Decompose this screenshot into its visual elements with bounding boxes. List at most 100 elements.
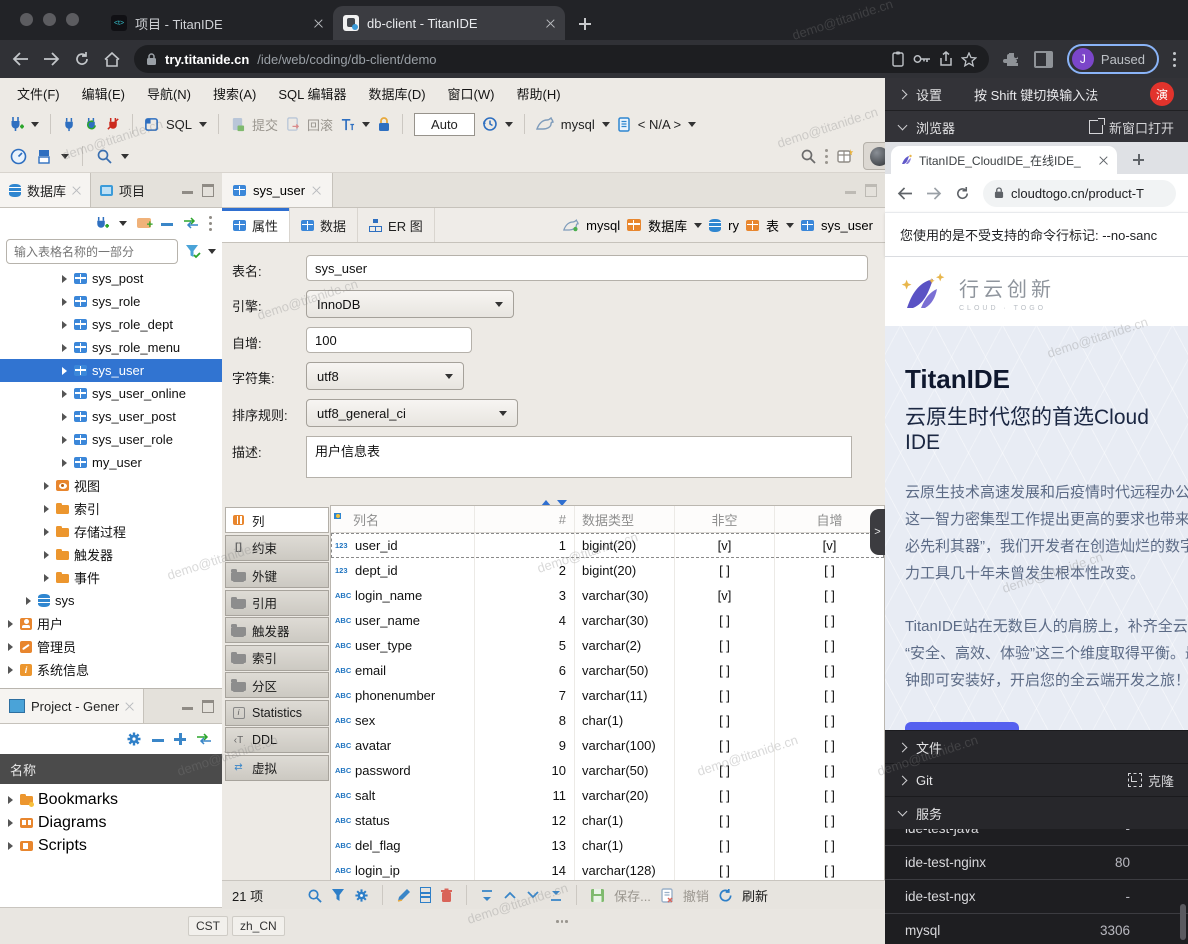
schema-select[interactable]: < N/A >	[638, 117, 681, 132]
new-folder-icon[interactable]: +	[137, 218, 151, 228]
table-filter-input[interactable]	[6, 239, 178, 264]
expand-arrow-icon[interactable]	[8, 666, 13, 674]
tab-project[interactable]: 项目	[91, 173, 154, 207]
column-notnull-checkbox[interactable]: [ ]	[675, 633, 775, 658]
expand-all-icon[interactable]	[174, 733, 186, 745]
search-icon[interactable]	[307, 888, 322, 903]
column-notnull-checkbox[interactable]: [ ]	[675, 783, 775, 808]
search-icon[interactable]	[96, 148, 112, 164]
tree-item[interactable]: sys_user_online	[0, 382, 222, 405]
section-button[interactable]: 触发器	[225, 617, 329, 643]
tree-item[interactable]: sys_user_post	[0, 405, 222, 428]
expand-arrow-icon[interactable]	[62, 298, 67, 306]
git-clone-button[interactable]: 克隆	[1128, 771, 1174, 790]
reconnect-icon[interactable]	[84, 117, 99, 132]
tree-item[interactable]: 触发器	[0, 543, 222, 566]
search-dropdown[interactable]	[121, 154, 129, 159]
expand-arrow-icon[interactable]	[62, 275, 67, 283]
service-row[interactable]: ide-test-ngx -	[885, 880, 1188, 914]
forward-icon[interactable]	[43, 52, 60, 66]
tree-item[interactable]: sys_role_menu	[0, 336, 222, 359]
column-notnull-checkbox[interactable]: [v]	[675, 533, 775, 558]
browser-tab-dbclient[interactable]: db-client - TitanIDE	[333, 6, 565, 40]
column-autoincrement-checkbox[interactable]: [ ]	[775, 583, 884, 608]
header-autoincrement[interactable]: 自增	[775, 506, 884, 532]
column-row[interactable]: ABC password 10 varchar(50) [ ] [ ]	[331, 758, 884, 783]
column-notnull-checkbox[interactable]: [ ]	[675, 683, 775, 708]
charset-select[interactable]: utf8	[306, 362, 464, 390]
subtab-properties[interactable]: 属性	[222, 208, 290, 242]
panel-menu-icon[interactable]	[209, 216, 212, 231]
tree-item[interactable]: sys_role_dept	[0, 313, 222, 336]
expand-arrow-icon[interactable]	[8, 643, 13, 651]
expand-arrow-icon[interactable]	[44, 505, 49, 513]
close-tab-icon[interactable]	[546, 19, 555, 28]
section-button[interactable]: 索引	[225, 645, 329, 671]
filter-dropdown[interactable]	[208, 249, 216, 254]
section-button[interactable]: i Statistics	[225, 700, 329, 726]
tree-item[interactable]: 存储过程	[0, 520, 222, 543]
tab-project-general[interactable]: Project - Gener	[0, 689, 144, 723]
tree-item[interactable]: 用户	[0, 612, 222, 635]
close-tab-icon[interactable]	[314, 19, 323, 28]
save-button[interactable]: 保存...	[614, 886, 651, 905]
expand-arrow-icon[interactable]	[62, 436, 67, 444]
home-icon[interactable]	[104, 52, 120, 67]
column-notnull-checkbox[interactable]: [ ]	[675, 558, 775, 583]
column-autoincrement-checkbox[interactable]: [ ]	[775, 558, 884, 583]
column-row[interactable]: ABC user_type 5 varchar(2) [ ] [ ]	[331, 633, 884, 658]
profile-pill[interactable]: J Paused	[1067, 44, 1159, 74]
move-top-icon[interactable]	[480, 889, 494, 902]
column-row[interactable]: ABC phonenumber 7 varchar(11) [ ] [ ]	[331, 683, 884, 708]
expand-arrow-icon[interactable]	[44, 574, 49, 582]
column-autoincrement-checkbox[interactable]: [ ]	[775, 808, 884, 833]
reload-icon[interactable]	[74, 51, 90, 67]
tree-item[interactable]: sys_role	[0, 290, 222, 313]
link-with-editor-icon[interactable]	[196, 733, 212, 745]
column-notnull-checkbox[interactable]: [ ]	[675, 858, 775, 881]
expand-arrow-icon[interactable]	[8, 620, 13, 628]
disconnect-icon[interactable]	[106, 117, 121, 132]
column-row[interactable]: 123 dept_id 2 bigint(20) [ ] [ ]	[331, 558, 884, 583]
project-item[interactable]: Diagrams	[0, 811, 222, 834]
menu-item[interactable]: 编辑(E)	[71, 84, 136, 103]
column-row[interactable]: 123 user_id 1 bigint(20) [v] [v]	[331, 533, 884, 558]
table-name-input[interactable]	[306, 255, 868, 281]
expand-arrow-icon[interactable]	[62, 459, 67, 467]
menu-item[interactable]: 搜索(A)	[202, 84, 267, 103]
menu-item[interactable]: 数据库(D)	[358, 84, 437, 103]
history-clock-icon[interactable]	[482, 116, 498, 132]
column-autoincrement-checkbox[interactable]: [ ]	[775, 733, 884, 758]
collapse-all-icon[interactable]	[152, 739, 164, 742]
breadcrumb-table-name[interactable]: sys_user	[821, 218, 873, 233]
transaction-dropdown[interactable]	[362, 122, 370, 127]
menu-item[interactable]: 导航(N)	[136, 84, 202, 103]
column-notnull-checkbox[interactable]: [v]	[675, 583, 775, 608]
section-button[interactable]: ⇄ 虚拟	[225, 755, 329, 781]
service-row[interactable]: ide-test-nginx 80	[885, 846, 1188, 880]
section-button[interactable]: 分区	[225, 672, 329, 698]
column-row[interactable]: ABC avatar 9 varchar(100) [ ] [ ]	[331, 733, 884, 758]
sql-dropdown[interactable]	[199, 122, 207, 127]
column-notnull-checkbox[interactable]: [ ]	[675, 808, 775, 833]
back-icon[interactable]	[897, 187, 913, 200]
embedded-omnibox[interactable]: cloudtogo.cn/product-T	[983, 180, 1176, 207]
expand-arrow-icon[interactable]	[44, 528, 49, 536]
column-row[interactable]: ABC salt 11 varchar(20) [ ] [ ]	[331, 783, 884, 808]
maximize-panel-icon[interactable]	[202, 184, 214, 197]
commit-button[interactable]: 提交	[252, 115, 278, 134]
statusbar-splitter-handle[interactable]	[556, 920, 568, 923]
minimize-window-icon[interactable]	[43, 13, 56, 26]
password-key-icon[interactable]	[913, 54, 931, 64]
expand-arrow-icon[interactable]	[26, 597, 31, 605]
export-dropdown[interactable]	[61, 154, 69, 159]
move-down-icon[interactable]	[526, 890, 540, 900]
column-view-icon[interactable]	[420, 887, 431, 903]
expand-arrow-icon[interactable]	[62, 390, 67, 398]
section-button[interactable]: 外键	[225, 562, 329, 588]
omnibox[interactable]: try.titanide.cn/ide/web/coding/db-client…	[134, 45, 989, 73]
column-row[interactable]: ABC login_ip 14 varchar(128) [ ] [ ]	[331, 858, 884, 881]
service-row[interactable]: mysql 3306	[885, 914, 1188, 944]
gear-icon[interactable]	[126, 731, 142, 747]
new-connection-icon[interactable]	[94, 216, 109, 231]
